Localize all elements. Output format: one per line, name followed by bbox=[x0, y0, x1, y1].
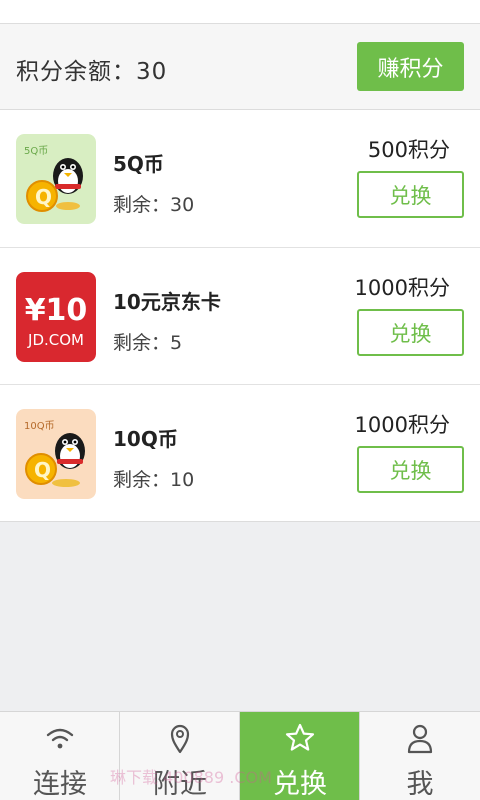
location-pin-icon bbox=[170, 724, 190, 754]
exchange-button[interactable]: 兑换 bbox=[357, 309, 464, 356]
item-name: 5Q币 bbox=[113, 152, 164, 176]
tab-label: 连接 bbox=[33, 769, 87, 800]
svg-text:Q: Q bbox=[35, 185, 52, 209]
reward-list: 5Q币 Q 5Q币 剩余：30 500积分 兑换 ¥10 JD.COM 10元京… bbox=[0, 110, 480, 522]
qq-penguin-coin-icon: 5Q币 Q bbox=[16, 134, 96, 224]
item-remaining: 剩余：30 bbox=[113, 194, 195, 216]
tab-label: 我 bbox=[406, 769, 434, 800]
item-price: 1000积分 bbox=[354, 413, 450, 437]
item-price: 1000积分 bbox=[354, 276, 450, 300]
exchange-button[interactable]: 兑换 bbox=[357, 446, 464, 493]
tab-connect[interactable]: 连接 bbox=[0, 712, 120, 800]
wifi-icon bbox=[46, 728, 74, 749]
tab-label: 附近 bbox=[153, 769, 207, 800]
tab-exchange[interactable]: 兑换 bbox=[240, 712, 360, 800]
jd-card-site: JD.COM bbox=[27, 331, 84, 349]
tab-label: 兑换 bbox=[273, 769, 327, 800]
item-price: 500积分 bbox=[367, 138, 450, 162]
user-icon bbox=[407, 724, 433, 754]
jd-card-logo: ¥10 JD.COM bbox=[16, 272, 96, 362]
list-item: 5Q币 Q 5Q币 剩余：30 500积分 兑换 bbox=[0, 110, 480, 247]
star-icon bbox=[285, 723, 315, 751]
qq-penguin-coin-icon: 10Q币 Q bbox=[16, 409, 96, 499]
qq-coin-thumbnail: 10Q币 Q bbox=[16, 409, 96, 499]
jd-card-amount: ¥10 bbox=[25, 293, 88, 328]
item-remaining: 剩余：10 bbox=[113, 469, 195, 491]
status-bar bbox=[0, 0, 480, 24]
earn-points-button[interactable]: 赚积分 bbox=[357, 42, 464, 91]
points-balance: 积分余额：30 bbox=[16, 59, 168, 85]
balance-bar: 积分余额：30 赚积分 bbox=[0, 24, 480, 110]
tab-me[interactable]: 我 bbox=[360, 712, 480, 800]
thumb-label: 5Q币 bbox=[24, 145, 48, 157]
bottom-tab-bar: 连接 附近 兑换 我 bbox=[0, 711, 480, 800]
item-name: 10Q币 bbox=[113, 427, 178, 451]
list-item: ¥10 JD.COM 10元京东卡 剩余：5 1000积分 兑换 bbox=[0, 247, 480, 384]
item-name: 10元京东卡 bbox=[113, 290, 221, 314]
svg-text:Q: Q bbox=[34, 458, 51, 482]
list-item: 10Q币 Q 10Q币 剩余：10 1000积分 兑换 bbox=[0, 384, 480, 521]
jd-card-thumbnail: ¥10 JD.COM bbox=[16, 272, 96, 362]
thumb-label: 10Q币 bbox=[24, 420, 55, 432]
qq-coin-thumbnail: 5Q币 Q bbox=[16, 134, 96, 224]
item-remaining: 剩余：5 bbox=[113, 332, 183, 354]
exchange-button[interactable]: 兑换 bbox=[357, 171, 464, 218]
tab-nearby[interactable]: 附近 bbox=[120, 712, 240, 800]
